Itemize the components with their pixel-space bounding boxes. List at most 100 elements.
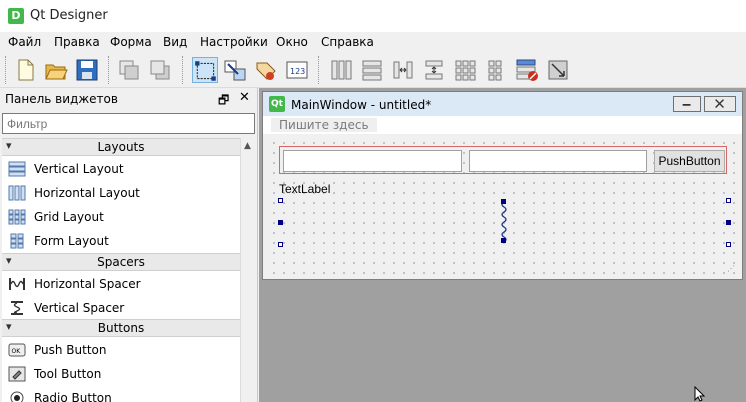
- list-item-vertical-layout[interactable]: Vertical Layout: [2, 157, 240, 181]
- category-label: Layouts: [97, 140, 145, 154]
- list-item-label: Horizontal Spacer: [34, 277, 141, 291]
- open-file-icon[interactable]: [43, 57, 69, 83]
- layout-form-icon[interactable]: [483, 57, 509, 83]
- send-to-back-icon[interactable]: [116, 57, 142, 83]
- line-edit-2[interactable]: [469, 150, 647, 172]
- push-button[interactable]: PushButton: [654, 150, 725, 172]
- mdi-area: Qt MainWindow - untitled* Пишите здесь P…: [259, 88, 746, 402]
- spacer-handle-top[interactable]: [501, 199, 506, 204]
- layout-grid-icon[interactable]: [452, 57, 478, 83]
- edit-widgets-icon[interactable]: [192, 57, 218, 83]
- scroll-up-icon[interactable]: ▲: [244, 141, 251, 151]
- qt-designer-app-icon: D: [8, 8, 24, 24]
- edit-tab-order-icon[interactable]: 123: [284, 57, 310, 83]
- layout-horizontal-splitter-icon[interactable]: [390, 57, 416, 83]
- main-toolbar: 123: [0, 52, 746, 88]
- widget-list-scrollbar[interactable]: ▲: [240, 138, 256, 402]
- widget-list: Layouts ▾ Vertical Layout Horizontal Lay…: [2, 138, 240, 402]
- menu-file[interactable]: Файл: [8, 35, 41, 49]
- qt-icon: Qt: [269, 96, 285, 112]
- toolbar-handle[interactable]: [5, 56, 7, 84]
- toolbar-separator: [108, 56, 110, 84]
- spacer-handle-bottom[interactable]: [501, 238, 506, 243]
- edit-signals-slots-icon[interactable]: [222, 57, 248, 83]
- menu-view[interactable]: Вид: [163, 35, 187, 49]
- menu-form[interactable]: Форма: [110, 35, 152, 49]
- selection-handle-left[interactable]: [278, 220, 283, 225]
- horizontal-layout-box[interactable]: PushButton: [279, 146, 727, 174]
- chevron-down-icon: ▾: [6, 254, 12, 267]
- push-button-icon: OK: [8, 342, 26, 358]
- radio-button-icon: [8, 390, 26, 402]
- text-label[interactable]: TextLabel: [279, 182, 330, 196]
- type-here-menu-placeholder[interactable]: Пишите здесь: [271, 118, 377, 132]
- list-item-push-button[interactable]: OK Push Button: [2, 338, 240, 362]
- selection-handle-right[interactable]: [726, 220, 731, 225]
- list-item-horizontal-spacer[interactable]: Horizontal Spacer: [2, 272, 240, 296]
- title-bar: D Qt Designer: [0, 0, 746, 32]
- minimize-icon: [682, 104, 691, 106]
- new-file-icon[interactable]: [12, 57, 38, 83]
- category-label: Spacers: [97, 255, 145, 269]
- selection-handle-bottom-right[interactable]: [726, 242, 731, 247]
- bring-to-front-icon[interactable]: [147, 57, 173, 83]
- list-item-horizontal-layout[interactable]: Horizontal Layout: [2, 181, 240, 205]
- vertical-layout-icon: [8, 161, 26, 177]
- size-grip-icon[interactable]: ⋰: [727, 264, 735, 273]
- layout-horizontal-icon[interactable]: [328, 57, 354, 83]
- selection-handle-bottom-left[interactable]: [278, 242, 283, 247]
- list-item-form-layout[interactable]: Form Layout: [2, 229, 240, 253]
- chevron-down-icon: ▾: [6, 320, 12, 333]
- float-icon[interactable]: 🗗: [218, 91, 229, 112]
- list-item-grid-layout[interactable]: Grid Layout: [2, 205, 240, 229]
- list-item-vertical-spacer[interactable]: Vertical Spacer: [2, 296, 240, 320]
- line-edit-1[interactable]: [283, 150, 462, 172]
- menu-edit[interactable]: Правка: [54, 35, 100, 49]
- widget-box-header: Панель виджетов 🗗 ✕: [0, 88, 258, 110]
- save-icon[interactable]: [74, 57, 100, 83]
- list-item-radio-button[interactable]: Radio Button: [2, 386, 240, 402]
- list-item-label: Form Layout: [34, 234, 109, 248]
- close-button[interactable]: [704, 96, 736, 112]
- adjust-size-icon[interactable]: [545, 57, 571, 83]
- close-icon[interactable]: ✕: [239, 90, 250, 105]
- layout-vertical-icon[interactable]: [359, 57, 385, 83]
- minimize-button[interactable]: [673, 96, 701, 112]
- list-item-label: Vertical Layout: [34, 162, 124, 176]
- form-window-titlebar[interactable]: Qt MainWindow - untitled*: [263, 92, 742, 116]
- break-layout-icon[interactable]: [514, 57, 540, 83]
- form-canvas[interactable]: PushButton TextLabel ⋰: [267, 136, 738, 276]
- toolbar-separator: [182, 56, 184, 84]
- menu-settings[interactable]: Настройки: [200, 35, 268, 49]
- category-label: Buttons: [97, 321, 145, 335]
- category-buttons[interactable]: Buttons ▾: [2, 319, 240, 337]
- filter-input[interactable]: [2, 113, 255, 134]
- list-item-label: Vertical Spacer: [34, 301, 125, 315]
- vertical-spacer-icon: [8, 300, 26, 316]
- mouse-cursor-icon: [694, 386, 706, 402]
- horizontal-layout-icon: [8, 185, 26, 201]
- toolbar-separator: [318, 56, 320, 84]
- grid-layout-icon: [8, 209, 26, 225]
- app-title: Qt Designer: [30, 8, 108, 23]
- chevron-down-icon: ▾: [6, 139, 12, 152]
- menu-window[interactable]: Окно: [276, 35, 308, 49]
- list-item-tool-button[interactable]: Tool Button: [2, 362, 240, 386]
- svg-text:OK: OK: [12, 348, 22, 355]
- menu-help[interactable]: Справка: [321, 35, 374, 49]
- edit-buddies-icon[interactable]: [253, 57, 279, 83]
- selection-handle-top-right[interactable]: [726, 198, 731, 203]
- widget-box-panel: Панель виджетов 🗗 ✕ Layouts ▾ Vertical L…: [0, 88, 258, 402]
- category-spacers[interactable]: Spacers ▾: [2, 253, 240, 271]
- tool-button-icon: [8, 366, 26, 382]
- layout-vertical-splitter-icon[interactable]: [421, 57, 447, 83]
- form-menu-bar: Пишите здесь: [263, 116, 742, 134]
- list-item-label: Horizontal Layout: [34, 186, 140, 200]
- widget-box-title: Панель виджетов: [5, 92, 118, 106]
- category-layouts[interactable]: Layouts ▾: [2, 138, 240, 156]
- form-window-title: MainWindow - untitled*: [291, 98, 432, 112]
- form-layout-icon: [8, 233, 26, 249]
- vertical-spacer[interactable]: [498, 199, 510, 243]
- close-icon: [715, 99, 724, 108]
- selection-handle-top-left[interactable]: [278, 198, 283, 203]
